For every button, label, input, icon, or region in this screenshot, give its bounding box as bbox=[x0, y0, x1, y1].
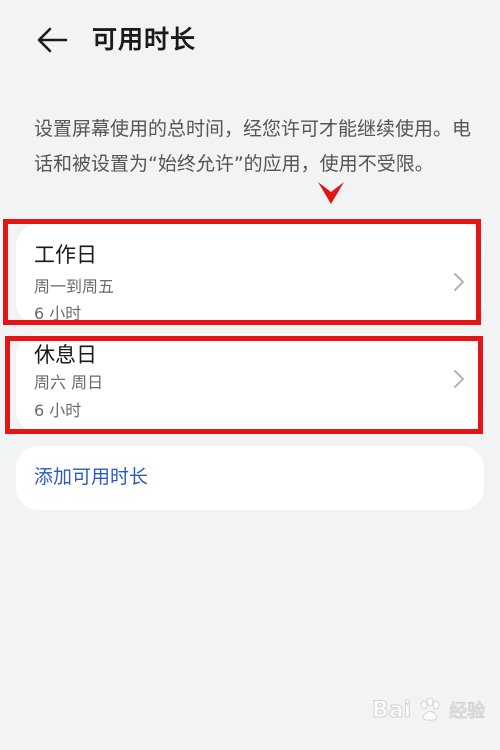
add-duration-button[interactable]: 添加可用时长 bbox=[16, 446, 484, 510]
schedule-title: 休息日 bbox=[34, 343, 97, 367]
app-header: 可用时长 bbox=[0, 0, 500, 90]
back-button[interactable] bbox=[30, 20, 74, 60]
watermark-logo: Bai 经验 bbox=[371, 690, 486, 730]
description-text: 设置屏幕使用的总时间，经您许可才能继续使用。电话和被设置为“始终允许”的应用，使… bbox=[34, 118, 472, 175]
arrow-left-icon bbox=[37, 27, 68, 53]
watermark-suffix: 经验 bbox=[449, 701, 486, 723]
add-duration-label: 添加可用时长 bbox=[34, 466, 149, 488]
schedule-item-workday[interactable]: 工作日 周一到周五 6 小时 bbox=[16, 224, 484, 324]
schedule-days: 周一到周五 bbox=[34, 277, 115, 296]
schedule-title: 工作日 bbox=[34, 243, 97, 267]
annotation-arrow-icon bbox=[318, 182, 344, 204]
schedule-hours: 6 小时 bbox=[34, 304, 82, 323]
schedule-hours: 6 小时 bbox=[34, 401, 82, 420]
page-title: 可用时长 bbox=[92, 25, 197, 54]
chevron-right-icon bbox=[454, 370, 464, 388]
schedule-days: 周六 周日 bbox=[34, 373, 104, 392]
watermark-brand: Bai bbox=[371, 697, 412, 723]
schedule-item-restday[interactable]: 休息日 周六 周日 6 小时 bbox=[16, 334, 484, 432]
chevron-right-icon bbox=[454, 273, 464, 291]
paw-icon bbox=[420, 697, 440, 721]
